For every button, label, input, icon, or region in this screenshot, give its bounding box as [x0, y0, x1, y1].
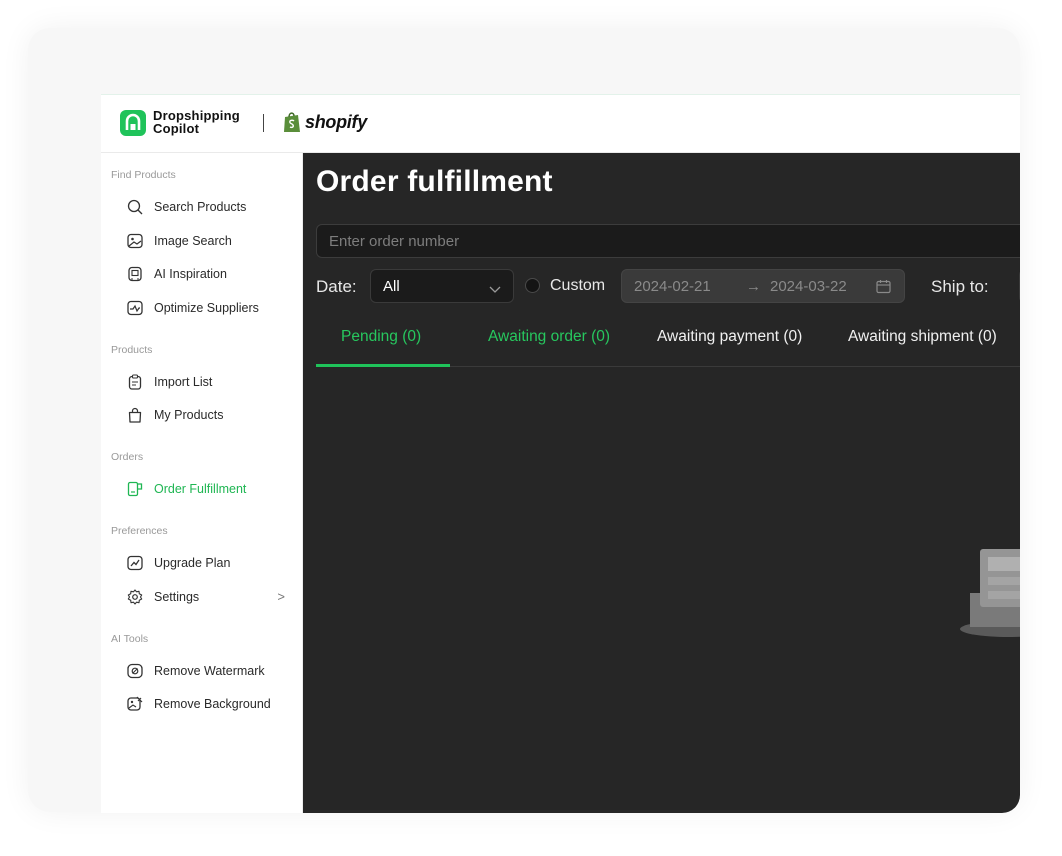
section-title-ai-tools: AI Tools [111, 633, 149, 645]
sidebar-item-label: AI Inspiration [154, 267, 227, 281]
fulfillment-icon [127, 481, 143, 497]
clipboard-icon [127, 374, 143, 390]
sidebar-item-upgrade-plan[interactable]: Upgrade Plan [127, 552, 297, 574]
date-select-value: All [383, 278, 400, 295]
section-title-orders: Orders [111, 451, 144, 463]
tab-awaiting-payment[interactable]: Awaiting payment (0) [657, 328, 802, 346]
date-range-picker[interactable]: 2024-02-21 → 2024-03-22 [621, 269, 905, 303]
date-start[interactable]: 2024-02-21 [634, 278, 711, 295]
background-icon [127, 696, 143, 712]
section-title-preferences: Preferences [111, 525, 168, 537]
app-window: Dropshipping Copilot shopify Find Produc… [101, 94, 1020, 813]
custom-label: Custom [550, 277, 606, 294]
chevron-right-icon: > [277, 589, 285, 604]
tab-pending[interactable]: Pending (0) [341, 328, 421, 346]
ship-to-label: Ship to: [931, 277, 989, 296]
sidebar-item-label: My Products [154, 408, 224, 422]
sidebar-item-label: Optimize Suppliers [154, 301, 259, 315]
arrow-right-icon: → [746, 278, 761, 295]
sidebar-item-label: Image Search [154, 234, 232, 248]
active-tab-indicator [316, 364, 450, 367]
sidebar-item-remove-watermark[interactable]: Remove Watermark [127, 660, 297, 682]
sidebar-item-label: Order Fulfillment [154, 482, 247, 496]
brand-divider [263, 114, 264, 132]
watermark-icon [127, 663, 143, 679]
sidebar-item-label: Remove Watermark [154, 664, 265, 678]
sidebar-item-search-products[interactable]: Search Products [127, 196, 297, 218]
gear-icon [127, 589, 143, 605]
sidebar-item-order-fulfillment[interactable]: Order Fulfillment [127, 478, 297, 500]
sidebar-item-import-list[interactable]: Import List [127, 371, 297, 393]
section-title-products: Products [111, 344, 153, 356]
main-panel: Order fulfillment Date: All Custom 2024-… [303, 153, 1020, 813]
status-tabs: Pending (0) Awaiting order (0) Awaiting … [316, 313, 1020, 367]
sidebar-item-settings[interactable]: Settings > [127, 586, 297, 608]
sidebar: Find Products Search Products Image Sear… [101, 153, 303, 813]
bag-icon [127, 407, 143, 423]
tab-awaiting-shipment[interactable]: Awaiting shipment (0) [848, 328, 997, 346]
custom-radio[interactable] [525, 278, 540, 293]
order-number-input[interactable] [316, 224, 1020, 258]
section-title-find-products: Find Products [111, 169, 176, 181]
top-bar: Dropshipping Copilot shopify [101, 95, 1020, 153]
sidebar-item-remove-background[interactable]: Remove Background [127, 693, 297, 715]
brand-name: Dropshipping Copilot [153, 109, 240, 135]
sidebar-item-label: Remove Background [154, 697, 271, 711]
sidebar-item-ai-inspiration[interactable]: AI Inspiration [127, 263, 297, 285]
empty-box-illustration [958, 541, 1020, 641]
sidebar-item-label: Search Products [154, 200, 247, 214]
sidebar-item-label: Import List [154, 375, 213, 389]
chart-icon [127, 555, 143, 571]
sidebar-item-label: Settings [154, 590, 200, 604]
brand-name-line2: Copilot [153, 121, 200, 136]
shopify-bag-icon [283, 111, 301, 133]
date-end[interactable]: 2024-03-22 [770, 278, 847, 295]
optimize-icon [127, 300, 143, 316]
sidebar-item-label: Upgrade Plan [154, 556, 231, 570]
shopify-wordmark: shopify [305, 112, 367, 132]
sidebar-item-optimize-suppliers[interactable]: Optimize Suppliers [127, 297, 297, 319]
app-logo-icon [120, 110, 146, 136]
image-icon [127, 233, 143, 249]
calendar-icon[interactable] [876, 279, 891, 298]
sidebar-item-my-products[interactable]: My Products [127, 404, 297, 426]
page-title: Order fulfillment [316, 165, 553, 198]
sidebar-item-image-search[interactable]: Image Search [127, 230, 297, 252]
tab-awaiting-order[interactable]: Awaiting order (0) [488, 328, 610, 346]
date-select[interactable]: All [370, 269, 514, 303]
date-label: Date: [316, 277, 357, 296]
ai-icon [127, 266, 143, 282]
search-icon [127, 199, 143, 215]
ship-to-select[interactable] [1019, 269, 1020, 303]
chevron-down-icon [489, 281, 501, 298]
